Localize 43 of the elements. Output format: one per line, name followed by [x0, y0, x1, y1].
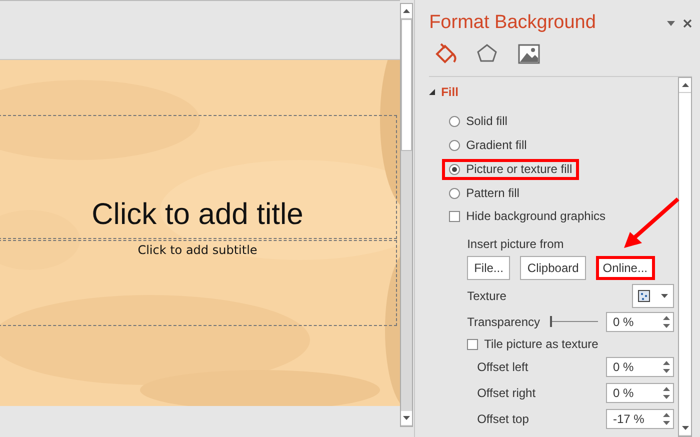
insert-button[interactable]: Clipboard: [520, 256, 586, 280]
transparency-label: Transparency: [467, 314, 540, 328]
scrollbar[interactable]: [400, 3, 414, 427]
texture-label: Texture: [467, 288, 506, 302]
pane-title: Format Background: [429, 12, 597, 34]
scroll-down-icon[interactable]: [682, 426, 688, 430]
checkbox[interactable]: [449, 210, 460, 222]
image-icon[interactable]: [517, 42, 542, 66]
dropdown-icon[interactable]: [667, 20, 675, 26]
offset-label: Offset top: [477, 412, 529, 426]
insert-button[interactable]: Online...: [596, 256, 654, 280]
spinner-arrows-icon[interactable]: [663, 412, 670, 426]
spin-field[interactable]: 0 %: [606, 356, 674, 376]
close-icon[interactable]: [683, 18, 692, 28]
checkbox[interactable]: [467, 338, 478, 350]
spinner-arrows-icon[interactable]: [663, 314, 670, 328]
scroll-up-icon[interactable]: [402, 9, 410, 13]
caret-icon: [660, 294, 668, 298]
insert-label: Insert picture from: [467, 237, 565, 251]
insert-button[interactable]: File...: [467, 256, 510, 280]
offset-label: Offset right: [477, 386, 536, 400]
title-placeholder[interactable]: Click to add title: [0, 115, 397, 239]
fill-option[interactable]: Gradient fill: [442, 135, 534, 156]
texture-icon: [638, 290, 650, 302]
scroll-down-icon[interactable]: [402, 416, 410, 420]
spin-field[interactable]: 0 %: [606, 382, 674, 402]
collapse-icon[interactable]: [429, 89, 436, 95]
offset-label: Offset left: [477, 360, 528, 374]
scrollbar[interactable]: [678, 77, 692, 437]
scroll-up-icon[interactable]: [682, 83, 688, 87]
fill-option[interactable]: Solid fill: [442, 111, 514, 132]
paint-bucket-icon[interactable]: [433, 42, 458, 66]
fill-option[interactable]: Pattern fill: [442, 183, 526, 204]
subtitle-placeholder[interactable]: Click to add subtitle: [0, 240, 397, 326]
section-title[interactable]: Fill: [441, 85, 458, 99]
checkbox-label[interactable]: Tile picture as texture: [484, 337, 598, 351]
fill-option[interactable]: Picture or texture fill: [442, 159, 580, 180]
spinner-arrows-icon[interactable]: [663, 360, 670, 374]
spin-field[interactable]: -17 %: [606, 408, 674, 428]
texture-picker[interactable]: [632, 284, 674, 308]
spinner-arrows-icon[interactable]: [663, 386, 670, 400]
checkbox-label[interactable]: Hide background graphics: [466, 209, 606, 223]
spin-field[interactable]: 0 %: [606, 312, 674, 332]
